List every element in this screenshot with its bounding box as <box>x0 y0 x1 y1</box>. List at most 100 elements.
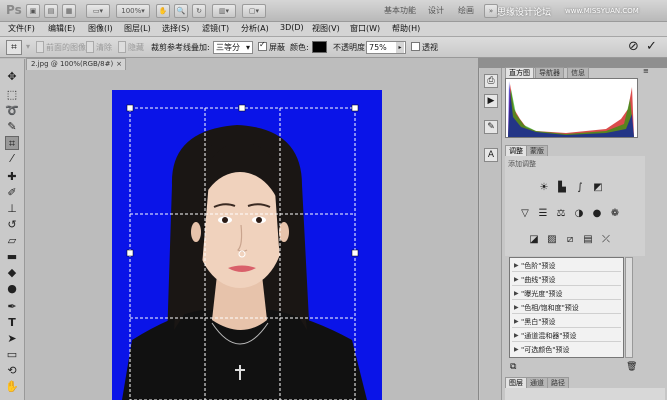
panel-menu-icon[interactable]: ≡ <box>643 67 649 75</box>
channel-mixer-icon[interactable]: ❁ <box>608 207 622 221</box>
hue-saturation-icon[interactable]: ☰ <box>536 207 550 221</box>
workspace-design[interactable]: 设计 <box>428 5 444 16</box>
crop-tool-icon[interactable]: ⌗ <box>5 136 19 150</box>
list-item[interactable]: ▶ "色相/饱和度"预设 <box>512 302 621 314</box>
menu-filter[interactable]: 滤镜(T) <box>202 23 229 34</box>
tab-histogram[interactable]: 直方图 <box>505 67 534 78</box>
cancel-crop-icon[interactable]: ⊘ <box>628 39 639 54</box>
black-white-icon[interactable]: ◑ <box>572 207 586 221</box>
shield-color-swatch[interactable] <box>312 41 327 53</box>
menu-analysis[interactable]: 分析(A) <box>241 23 269 34</box>
delete-icon[interactable]: 🗑 <box>626 362 637 372</box>
clear-button[interactable]: 清除 <box>96 42 112 53</box>
selective-color-icon[interactable]: ⤫ <box>599 233 613 247</box>
history-panel-icon[interactable]: ⎙ <box>484 74 498 88</box>
history-brush-tool-icon[interactable]: ↺ <box>5 218 19 232</box>
menu-3d[interactable]: 3D(D) <box>280 23 304 32</box>
workspace-more-button[interactable]: » <box>484 4 498 18</box>
hand-tool-icon[interactable]: ✋ <box>5 380 19 394</box>
character-panel-icon[interactable]: A <box>484 148 498 162</box>
menu-edit[interactable]: 编辑(E) <box>48 23 75 34</box>
shape-tool-icon[interactable]: ▭ <box>5 348 19 362</box>
zoom-level-select[interactable]: 100%▾ <box>116 4 150 18</box>
list-item[interactable]: ▶ "曲线"预设 <box>512 274 621 286</box>
list-item[interactable]: ▶ "可选颜色"预设 <box>512 344 621 356</box>
type-tool-icon[interactable]: T <box>5 316 19 330</box>
extras-button[interactable]: ▦ <box>62 4 76 18</box>
threshold-icon[interactable]: ⧄ <box>563 233 577 247</box>
tab-masks[interactable]: 蒙版 <box>526 145 548 156</box>
list-item[interactable]: ▶ "黑白"预设 <box>512 316 621 328</box>
tab-navigator[interactable]: 导航器 <box>535 67 564 78</box>
path-selection-tool-icon[interactable]: ➤ <box>5 332 19 346</box>
minibridge-button[interactable]: ▤ <box>44 4 58 18</box>
menu-view[interactable]: 视图(V) <box>312 23 340 34</box>
quick-selection-tool-icon[interactable]: ✎ <box>5 120 19 134</box>
exposure-icon[interactable]: ◩ <box>591 181 605 195</box>
brightness-icon[interactable]: ☀ <box>537 181 551 195</box>
eyedropper-tool-icon[interactable]: ⁄ <box>5 152 19 166</box>
eraser-tool-icon[interactable]: ▱ <box>5 234 19 248</box>
bridge-button[interactable]: ▣ <box>26 4 40 18</box>
gradient-tool-icon[interactable]: ▬ <box>5 250 19 264</box>
overlay-select[interactable]: 三等分 ▾ <box>213 41 253 54</box>
shield-checkbox[interactable]: ✓ <box>258 40 267 51</box>
hand-tool-button[interactable]: ✋ <box>156 4 170 18</box>
actions-panel-icon[interactable]: ▶ <box>484 94 498 108</box>
menu-image[interactable]: 图像(I) <box>88 23 113 34</box>
list-item[interactable]: ▶ "通道混和器"预设 <box>512 330 621 342</box>
invert-icon[interactable]: ◪ <box>527 233 541 247</box>
adjustment-layer-icon[interactable]: ⧉ <box>510 362 516 372</box>
brush-tool-icon[interactable]: ✐ <box>5 186 19 200</box>
arrange-documents-button[interactable]: ▥▾ <box>212 4 236 18</box>
list-item[interactable]: ▶ "色阶"预设 <box>512 260 621 272</box>
menu-select[interactable]: 选择(S) <box>162 23 189 34</box>
dodge-tool-icon[interactable]: ● <box>5 282 19 296</box>
move-tool-icon[interactable]: ✥ <box>5 70 19 84</box>
document-tab[interactable]: 2.jpg @ 100%(RGB/8#) × <box>26 58 126 70</box>
document-canvas[interactable] <box>112 90 382 400</box>
tab-layers[interactable]: 图层 <box>505 377 527 388</box>
levels-icon[interactable]: ▙ <box>555 181 569 195</box>
commit-crop-icon[interactable]: ✓ <box>646 39 657 54</box>
menu-window[interactable]: 窗口(W) <box>350 23 380 34</box>
curves-icon[interactable]: ∫ <box>573 181 587 195</box>
screen-mode-button[interactable]: ▢▾ <box>242 4 266 18</box>
perspective-checkbox[interactable] <box>411 42 420 51</box>
list-item[interactable]: ▶ "曝光度"预设 <box>512 288 621 300</box>
gradient-map-icon[interactable]: ▤ <box>581 233 595 247</box>
brush-panel-icon[interactable]: ✎ <box>484 120 498 134</box>
tab-channels[interactable]: 通道 <box>526 377 548 388</box>
workspace-painting[interactable]: 绘画 <box>458 5 474 16</box>
view-extras-button[interactable]: ▭▾ <box>86 4 110 18</box>
close-icon[interactable]: × <box>116 59 122 70</box>
tool-preset-arrow-icon[interactable]: ▾ <box>26 42 30 51</box>
opacity-input[interactable]: 75% ▸ <box>366 41 406 54</box>
pen-tool-icon[interactable]: ✒ <box>5 300 19 314</box>
3d-rotate-tool-icon[interactable]: ⟲ <box>5 364 19 378</box>
menu-help[interactable]: 帮助(H) <box>392 23 420 34</box>
zoom-tool-button[interactable]: 🔍 <box>174 4 188 18</box>
vibrance-icon[interactable]: ▽ <box>518 207 532 221</box>
lasso-tool-icon[interactable]: ➰ <box>5 104 19 118</box>
clone-stamp-tool-icon[interactable]: ⊥ <box>5 202 19 216</box>
chevron-right-icon[interactable]: ▸ <box>396 42 404 53</box>
tab-info[interactable]: 信息 <box>567 67 589 78</box>
menu-layer[interactable]: 图层(L) <box>124 23 151 34</box>
workspace-essentials[interactable]: 基本功能 <box>384 5 416 16</box>
photo-filter-icon[interactable]: ● <box>590 207 604 221</box>
hide-button[interactable]: 隐藏 <box>128 42 144 53</box>
marquee-tool-icon[interactable]: ⬚ <box>5 88 19 102</box>
tab-paths[interactable]: 路径 <box>547 377 569 388</box>
menu-file[interactable]: 文件(F) <box>8 23 35 34</box>
presets-scrollbar[interactable] <box>625 257 633 358</box>
crop-tool-preset-icon[interactable]: ⌗ <box>6 40 22 55</box>
posterize-icon[interactable]: ▨ <box>545 233 559 247</box>
front-image-button[interactable]: 前面的图像 <box>46 42 86 53</box>
rotate-view-button[interactable]: ↻ <box>192 4 206 18</box>
spot-healing-tool-icon[interactable]: ✚ <box>5 170 19 184</box>
document-tab-title: 2.jpg @ 100%(RGB/8#) <box>31 60 114 68</box>
blur-tool-icon[interactable]: ◆ <box>5 266 19 280</box>
color-balance-icon[interactable]: ⚖ <box>554 207 568 221</box>
tab-adjustments[interactable]: 调整 <box>505 145 527 156</box>
